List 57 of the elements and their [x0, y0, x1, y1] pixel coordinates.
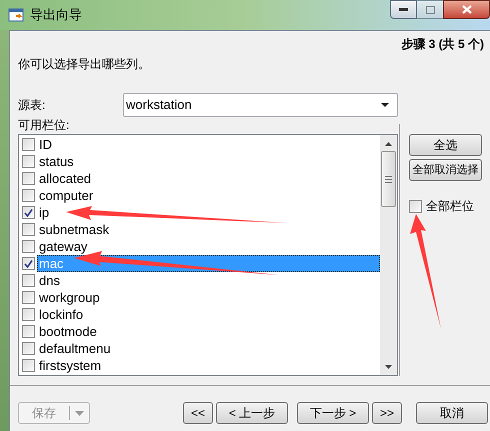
- checkbox[interactable]: [22, 308, 35, 321]
- close-icon: [462, 5, 472, 14]
- close-button[interactable]: [443, 0, 490, 19]
- field-item[interactable]: gateway: [37, 238, 88, 255]
- checkbox[interactable]: [22, 325, 35, 338]
- dropdown-arrow-icon: [381, 103, 389, 107]
- checkbox[interactable]: [22, 240, 35, 253]
- checkbox[interactable]: [22, 206, 35, 219]
- scrollbar[interactable]: [380, 135, 397, 375]
- field-item[interactable]: firstsystem: [37, 357, 102, 374]
- nav-button[interactable]: 下一步 >: [297, 402, 369, 424]
- source-table-label: 源表:: [18, 97, 46, 114]
- step-indicator: 步骤 3 (共 5 个): [401, 36, 484, 53]
- field-item[interactable]: lockinfo: [37, 306, 84, 323]
- nav-button[interactable]: >>: [372, 402, 402, 424]
- field-item[interactable]: allocated: [37, 170, 92, 187]
- field-item[interactable]: bootmode: [37, 323, 97, 340]
- field-item[interactable]: dns: [37, 272, 60, 289]
- field-item[interactable]: ID: [37, 136, 52, 153]
- field-item[interactable]: computer: [37, 187, 94, 204]
- field-item[interactable]: status: [37, 153, 74, 170]
- deselect-all-button[interactable]: 全部取消选择: [409, 159, 482, 181]
- checkbox[interactable]: [22, 172, 35, 185]
- checkmark-icon: [24, 260, 33, 268]
- checkbox[interactable]: [22, 189, 35, 202]
- cancel-button[interactable]: 取消: [416, 402, 488, 424]
- checkbox[interactable]: [22, 155, 35, 168]
- all-fields-checkbox[interactable]: 全部栏位: [409, 197, 482, 215]
- field-item[interactable]: subnetmask: [37, 221, 110, 238]
- wizard-icon: [8, 7, 24, 23]
- checkbox[interactable]: [22, 223, 35, 236]
- select-all-button[interactable]: 全选: [409, 134, 482, 156]
- fields-label: 可用栏位:: [17, 118, 70, 132]
- field-item[interactable]: defaultmenu: [37, 340, 111, 357]
- checkbox[interactable]: [22, 274, 35, 287]
- nav-button[interactable]: <<: [183, 402, 213, 424]
- checkbox[interactable]: [409, 200, 422, 212]
- checkbox[interactable]: [22, 342, 35, 355]
- field-item[interactable]: workgroup: [37, 289, 100, 306]
- field-item[interactable]: ip: [37, 204, 50, 221]
- scroll-down-icon: [385, 365, 392, 369]
- checkbox[interactable]: [22, 138, 35, 151]
- maximize-icon: [426, 6, 434, 14]
- instruction-text: 你可以选择导出哪些列。: [17, 56, 151, 73]
- window-title: 导出向导: [30, 6, 82, 24]
- scroll-thumb[interactable]: [381, 151, 396, 207]
- grip-icon: [385, 176, 392, 182]
- scroll-up-icon: [385, 142, 392, 146]
- dropdown-arrow-icon: [75, 410, 84, 416]
- nav-button[interactable]: < 上一步: [216, 402, 288, 424]
- checkmark-icon: [24, 208, 33, 216]
- minimize-button[interactable]: [390, 0, 417, 19]
- checkbox[interactable]: [22, 359, 35, 372]
- minimize-icon: [399, 8, 408, 11]
- source-table-dropdown[interactable]: workstation: [123, 93, 398, 117]
- checkbox[interactable]: [22, 291, 35, 304]
- checkbox[interactable]: [22, 257, 35, 270]
